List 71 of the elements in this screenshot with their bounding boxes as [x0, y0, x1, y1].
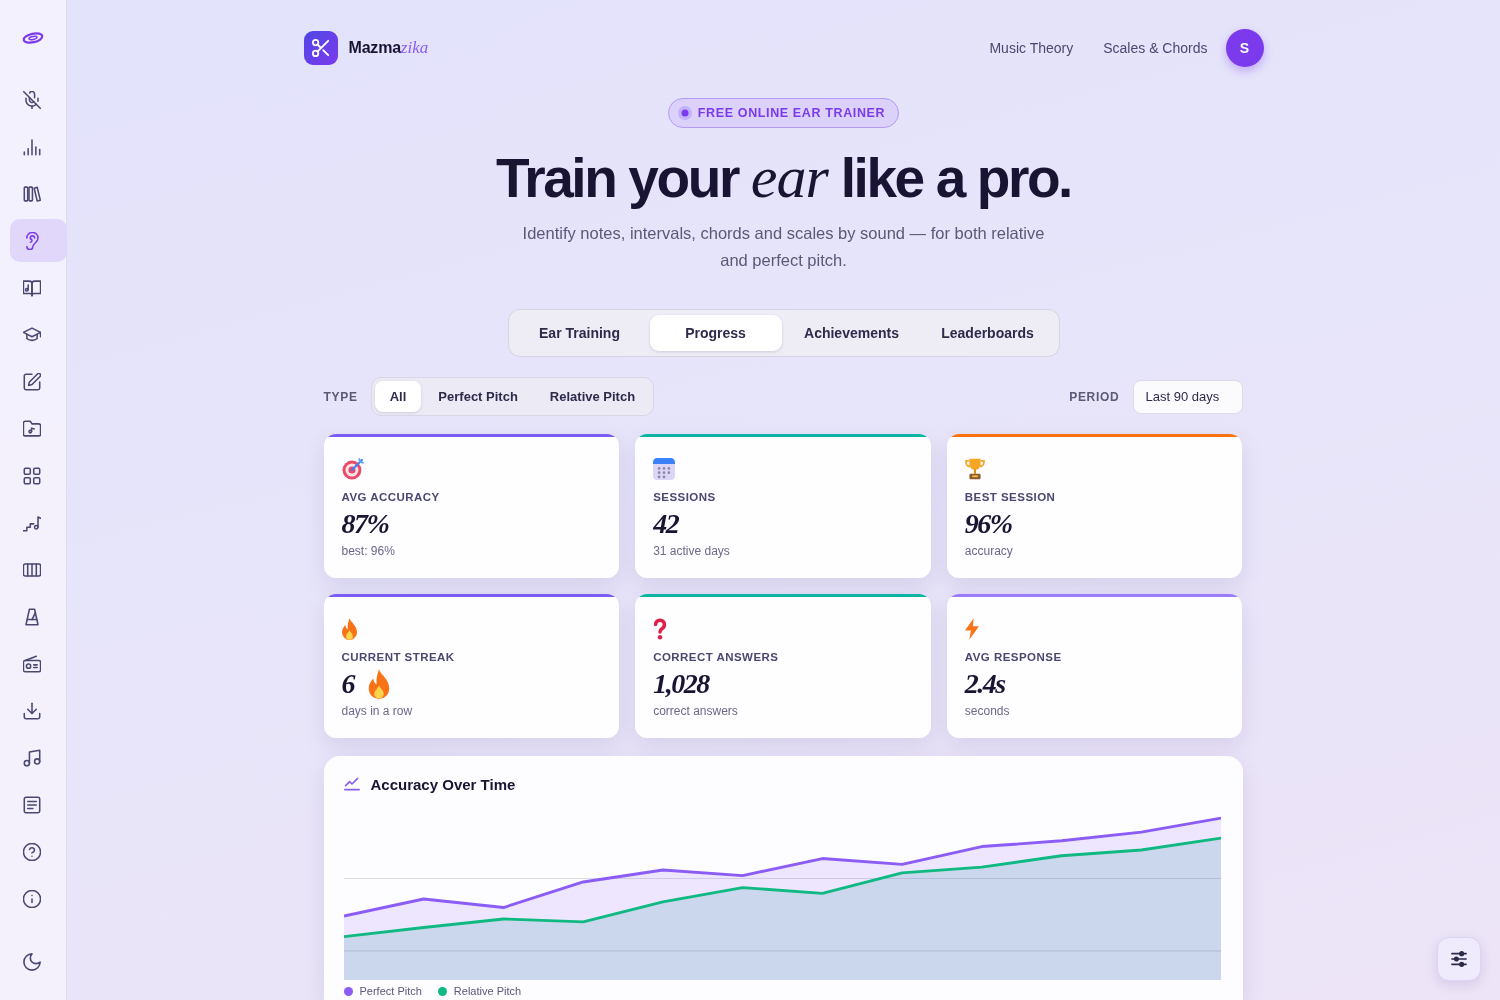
ear-icon — [23, 231, 41, 250]
calendar-icon — [653, 458, 676, 480]
legend-label: Perfect Pitch — [359, 985, 422, 998]
question-mark-icon — [653, 618, 668, 640]
tab[interactable]: Ear Training — [513, 315, 646, 351]
chart-title: Accuracy Over Time — [370, 775, 516, 793]
stat-note: accuracy — [964, 544, 1013, 559]
document-icon — [23, 795, 41, 814]
stat-note: seconds — [964, 704, 1010, 719]
stat-label: BEST SESSION — [964, 490, 1056, 505]
stat-label: AVG RESPONSE — [964, 650, 1062, 665]
fire-icon — [341, 618, 357, 640]
music-folder-icon — [23, 419, 41, 438]
stat-label: CORRECT ANSWERS — [653, 650, 779, 665]
open-book-icon — [23, 278, 41, 297]
nav-link[interactable]: Scales & Chords — [1103, 40, 1208, 56]
info-icon — [23, 889, 41, 908]
hero-subtitle: Identify notes, intervals, chords and scales by sound — for both relative and perfect pitch. — [521, 223, 1046, 271]
orbit-logo-icon[interactable] — [22, 31, 44, 45]
download-icon — [23, 701, 41, 720]
trophy-icon — [964, 458, 985, 480]
stat-note: days in a row — [341, 704, 413, 719]
target-icon — [341, 458, 364, 480]
line-chart-icon — [343, 777, 360, 791]
sliders-icon — [1450, 951, 1468, 967]
stat-value: 2.4s — [964, 668, 1005, 700]
bar-chart-icon — [23, 137, 41, 156]
user-avatar[interactable]: S — [1225, 29, 1264, 67]
grid-icon — [23, 466, 41, 485]
fire-icon — [368, 669, 390, 699]
tab[interactable]: Achievements — [785, 315, 918, 351]
type-label: TYPE — [323, 389, 358, 404]
tab[interactable]: Progress — [649, 315, 782, 351]
radio-icon — [23, 654, 41, 673]
pencil-square-icon — [23, 372, 41, 391]
microphone-off-icon — [23, 90, 41, 109]
nav-link[interactable]: Music Theory — [989, 40, 1074, 56]
filter-option[interactable]: All — [374, 381, 422, 412]
stat-note: best: 96% — [341, 544, 395, 559]
moon-icon — [23, 952, 41, 971]
stat-label: AVG ACCURACY — [341, 490, 440, 505]
scissors-logo-icon[interactable] — [303, 31, 338, 65]
books-icon — [23, 184, 41, 203]
stat-value: 6 — [341, 668, 354, 700]
metronome-icon — [23, 607, 41, 626]
period-label: PERIOD — [1069, 389, 1120, 404]
stat-value: 42 — [653, 508, 679, 540]
lightning-bolt-icon — [964, 618, 979, 640]
brand-name[interactable]: Mazmazika — [348, 38, 429, 58]
stat-note: correct answers — [653, 704, 738, 719]
stat-value: 96% — [964, 508, 1012, 540]
piano-keys-icon — [23, 560, 41, 579]
badge-label: FREE ONLINE EAR TRAINER — [697, 106, 886, 120]
stat-label: SESSIONS — [653, 490, 716, 505]
sidebar-nav-button[interactable] — [10, 219, 67, 262]
graduation-cap-icon — [23, 325, 41, 344]
stat-label: CURRENT STREAK — [341, 650, 455, 665]
hero-title: Train your ear like a pro. — [496, 145, 1071, 210]
stat-value: 87% — [341, 508, 389, 540]
filter-option[interactable]: Relative Pitch — [534, 381, 651, 412]
music-note-icon — [23, 748, 41, 767]
tab[interactable]: Leaderboards — [921, 315, 1054, 351]
dot-icon — [677, 106, 692, 120]
stat-value: 1,028 — [653, 668, 709, 700]
legend-label: Relative Pitch — [453, 985, 522, 998]
help-icon — [23, 842, 41, 861]
settings-button[interactable] — [1437, 937, 1481, 981]
period-select[interactable]: Last 90 days — [1132, 379, 1243, 414]
stat-note: 31 active days — [653, 544, 730, 559]
filter-option[interactable]: Perfect Pitch — [423, 381, 533, 412]
stairs-note-icon — [23, 513, 41, 532]
